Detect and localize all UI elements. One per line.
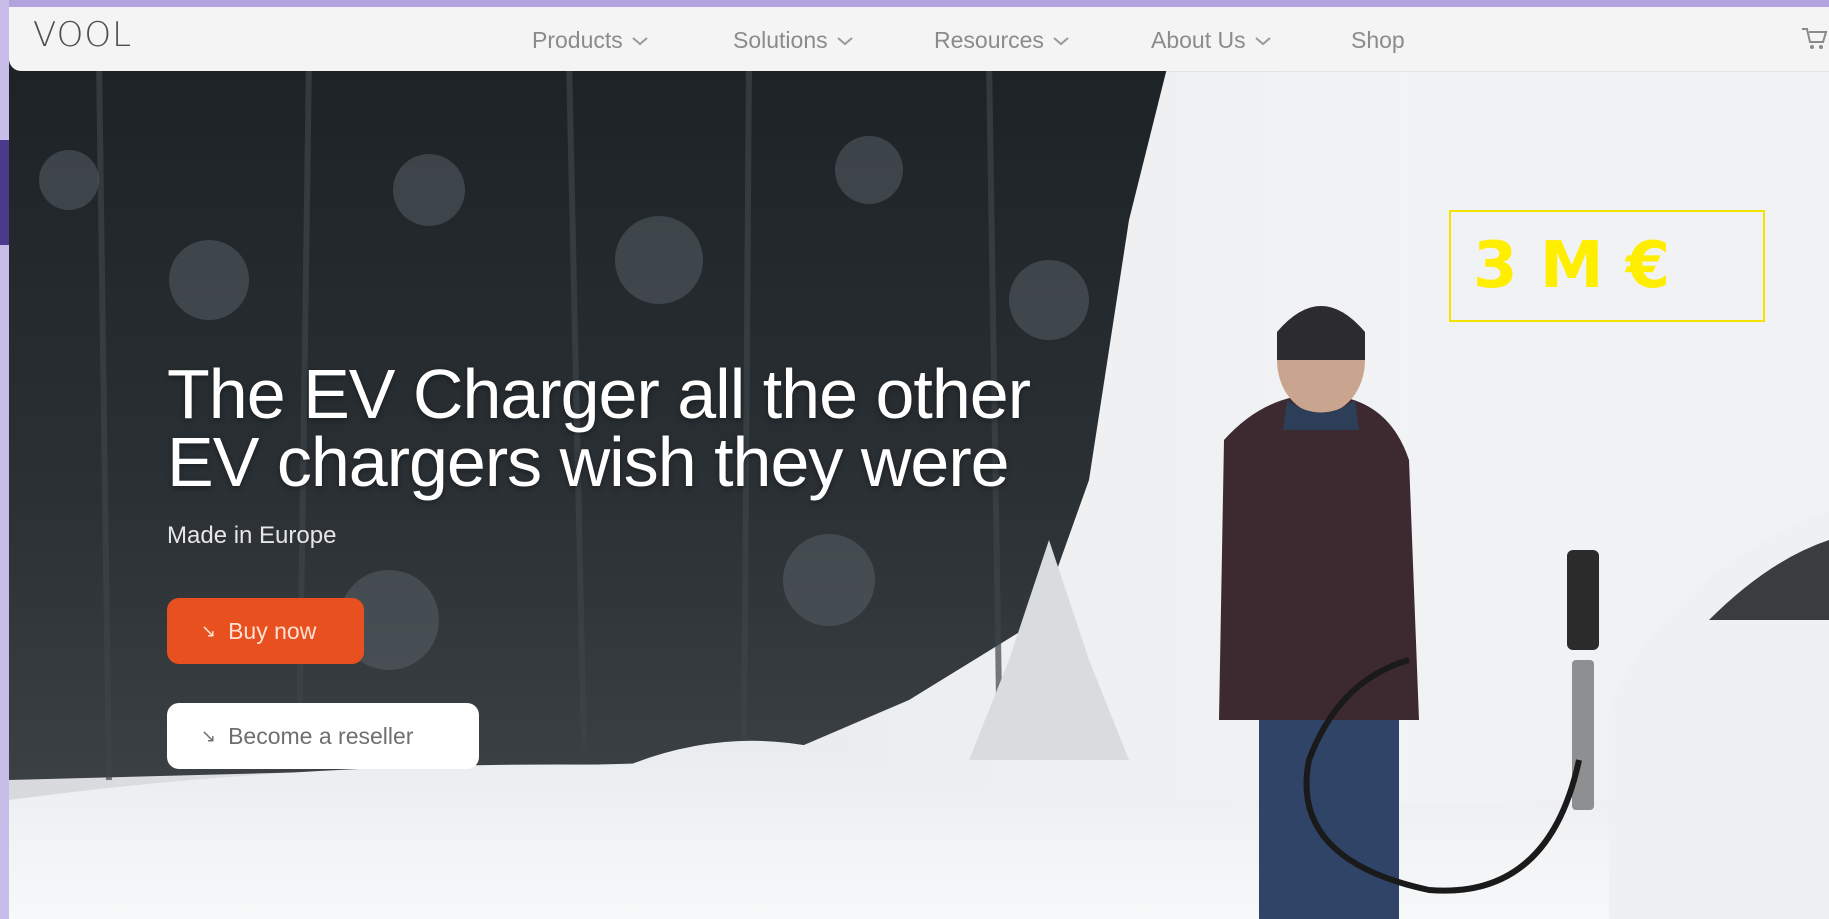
frame-left-accent xyxy=(0,140,9,245)
chevron-down-icon xyxy=(836,36,853,45)
nav-item-label: Shop xyxy=(1351,27,1405,53)
overlay-badge: 3 M € xyxy=(1449,210,1765,322)
hero-headline-line-2: EV chargers wish they were xyxy=(167,423,1010,501)
top-navbar: VOOL Products Solutions Resources About … xyxy=(9,7,1829,71)
hero-section: The EV Charger all the other EV chargers… xyxy=(9,60,1829,919)
chevron-down-icon xyxy=(1053,36,1069,45)
nav-item-label: Resources xyxy=(934,27,1044,53)
frame-left-border xyxy=(0,0,9,919)
buy-now-button[interactable]: ↘ Buy now xyxy=(167,598,364,664)
nav-item-label: Products xyxy=(532,27,623,53)
frame-top-border xyxy=(0,0,1829,7)
buy-now-label: Buy now xyxy=(228,617,317,644)
nav-item-label: About Us xyxy=(1151,27,1246,53)
nav-item-about-us[interactable]: About Us xyxy=(1151,27,1272,54)
arrow-down-right-icon: ↘ xyxy=(201,725,217,746)
arrow-down-right-icon: ↘ xyxy=(201,620,217,641)
nav-item-resources[interactable]: Resources xyxy=(934,27,1070,54)
chevron-down-icon xyxy=(632,36,648,45)
cart-icon[interactable] xyxy=(1799,23,1829,53)
become-reseller-button[interactable]: ↘ Become a reseller xyxy=(167,703,479,769)
hero-headline: The EV Charger all the other EV chargers… xyxy=(167,355,1167,501)
chevron-down-icon xyxy=(1254,36,1271,45)
nav-item-solutions[interactable]: Solutions xyxy=(733,27,854,54)
nav-item-label: Solutions xyxy=(733,27,828,53)
nav-item-products[interactable]: Products xyxy=(532,27,649,54)
become-reseller-label: Become a reseller xyxy=(228,722,414,749)
hero-subtitle: Made in Europe xyxy=(167,522,337,549)
hero-headline-line-1: The EV Charger all the other xyxy=(167,355,1031,433)
vool-logo[interactable]: VOOL xyxy=(33,15,132,55)
nav-item-shop[interactable]: Shop xyxy=(1351,27,1405,54)
